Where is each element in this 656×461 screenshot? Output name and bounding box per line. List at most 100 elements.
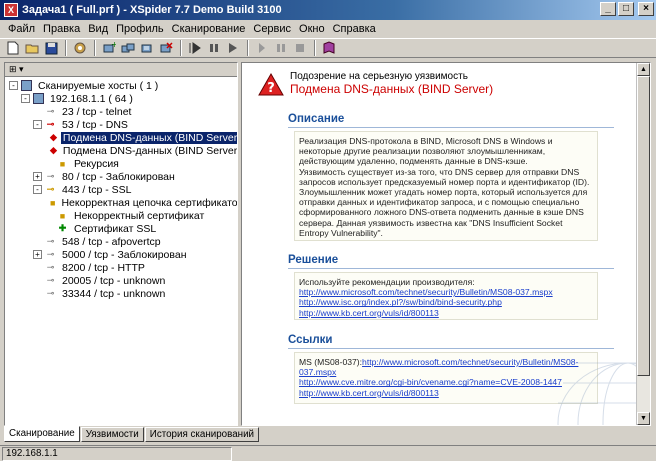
tree-node[interactable]: ⊸ 23 / tcp - telnet: [5, 105, 237, 118]
pause-disabled-icon[interactable]: [272, 39, 290, 57]
tree-node[interactable]: ⊸ 548 / tcp - afpovertcp: [5, 235, 237, 248]
vulnerability-title: Подмена DNS-данных (BIND Server): [290, 82, 494, 96]
tree-node[interactable]: ■ Некорректный сертификат: [5, 209, 237, 222]
tree-node[interactable]: ⊸ 8200 / tcp - HTTP: [5, 261, 237, 274]
add-host-icon[interactable]: +: [100, 39, 118, 57]
bottom-tabs: Сканирование Уязвимости История сканиров…: [4, 426, 260, 443]
tree-node[interactable]: - 192.168.1.1 ( 64 ): [5, 92, 237, 105]
start-scan-icon[interactable]: [186, 39, 204, 57]
solution-link-isc[interactable]: http://www.isc.org/index.pl?/sw/bind/bin…: [299, 297, 593, 307]
port-icon: ⊸: [46, 288, 55, 298]
port-icon: ⊸: [46, 249, 55, 259]
warning-question-icon: ?: [258, 73, 284, 97]
menu-service[interactable]: Сервис: [249, 23, 295, 35]
tree-node-label: Некорректная цепочка сертификатов: [61, 196, 238, 209]
window-controls: _ □ ×: [600, 2, 654, 16]
remove-host-icon[interactable]: [157, 39, 175, 57]
info-green-icon: ✚: [58, 223, 67, 233]
collapse-icon[interactable]: -: [9, 81, 18, 90]
toolbar-separator: [247, 40, 249, 56]
divider: [288, 127, 614, 128]
port-icon: ⊸: [46, 275, 55, 285]
resume-icon[interactable]: [253, 39, 271, 57]
minimize-button[interactable]: _: [600, 2, 616, 16]
play-icon[interactable]: [224, 39, 242, 57]
port-icon: ⊸: [46, 236, 55, 246]
tree-node[interactable]: - ⊸ 443 / tcp - SSL: [5, 183, 237, 196]
save-icon[interactable]: [42, 39, 60, 57]
menu-window[interactable]: Окно: [295, 23, 329, 35]
tree-node[interactable]: + ⊸ 5000 / tcp - Заблокирован: [5, 248, 237, 261]
close-button[interactable]: ×: [638, 2, 654, 16]
tree-node-label: Рекурсия: [74, 157, 119, 170]
window-title: Задача1 ( Full.prf ) - XSpider 7.7 Demo …: [22, 4, 282, 16]
tree-node[interactable]: ■ Некорректная цепочка сертификатов: [5, 196, 237, 209]
collapse-icon[interactable]: -: [33, 120, 42, 129]
tree-node[interactable]: - ⊸ 53 / tcp - DNS: [5, 118, 237, 131]
tree-node-label: 33344 / tcp - unknown: [62, 287, 166, 300]
tree-node-label: 20005 / tcp - unknown: [62, 274, 166, 287]
add-range-icon[interactable]: [119, 39, 137, 57]
toolbar-separator: [180, 40, 182, 56]
tree-node-label: 80 / tcp - Заблокирован: [62, 170, 175, 183]
host-tree: - Сканируемые хосты ( 1 ) -192.168.1.1 ( 6…: [5, 77, 237, 300]
tree-node[interactable]: ⊸ 33344 / tcp - unknown: [5, 287, 237, 300]
tab-scan-history[interactable]: История сканирований: [144, 427, 260, 442]
tab-scanning[interactable]: Сканирование: [4, 426, 80, 442]
stop-icon[interactable]: [291, 39, 309, 57]
solution-link-cert[interactable]: http://www.kb.cert.org/vuls/id/800113: [299, 308, 593, 318]
expand-icon[interactable]: +: [33, 250, 42, 259]
tree-node-label: 23 / tcp - telnet: [62, 105, 132, 118]
tab-vulnerabilities[interactable]: Уязвимости: [80, 427, 144, 442]
title-bar: X Задача1 ( Full.prf ) - XSpider 7.7 Dem…: [0, 0, 656, 20]
hosts-folder-icon: [21, 80, 32, 91]
toolbar-separator: [314, 40, 316, 56]
tree-node[interactable]: - Сканируемые хосты ( 1 ): [5, 79, 237, 92]
menu-edit[interactable]: Правка: [39, 23, 84, 35]
add-list-icon[interactable]: [138, 39, 156, 57]
details-scrollbar[interactable]: ▲ ▼: [636, 63, 650, 425]
vuln-yellow-icon: ■: [59, 158, 66, 169]
collapse-icon[interactable]: -: [33, 185, 42, 194]
tree-node-label: 192.168.1.1 ( 64 ): [50, 92, 133, 105]
menu-view[interactable]: Вид: [84, 23, 112, 35]
toolbar-separator: [65, 40, 67, 56]
menu-profile[interactable]: Профиль: [112, 23, 168, 35]
tree-node-label: 443 / tcp - SSL: [62, 183, 132, 196]
menu-file[interactable]: Файл: [4, 23, 39, 35]
tree-node[interactable]: ◆ Подмена DNS-данных (BIND Server): [5, 131, 237, 144]
new-icon[interactable]: [4, 39, 22, 57]
port-warning-red-icon: ⊸: [46, 119, 55, 129]
vuln-red-icon: ◆: [50, 132, 57, 142]
tree-toolbar-icon[interactable]: ⊞ ▾: [9, 64, 24, 74]
scroll-down-icon[interactable]: ▼: [637, 412, 650, 425]
open-icon[interactable]: [23, 39, 41, 57]
vulnerability-header: ? Подозрение на серьезную уязвимость Под…: [258, 71, 493, 97]
tree-node[interactable]: ⊸ 20005 / tcp - unknown: [5, 274, 237, 287]
app-icon: X: [4, 3, 18, 17]
severity-label: Подозрение на серьезную уязвимость: [290, 71, 468, 82]
tree-node-label: Сертификат SSL: [74, 222, 157, 235]
solution-link-ms[interactable]: http://www.microsoft.com/technet/securit…: [299, 287, 593, 297]
tree-node[interactable]: ■ Рекурсия: [5, 157, 237, 170]
port-icon: ⊸: [46, 262, 55, 272]
maximize-button[interactable]: □: [618, 2, 634, 16]
help-book-icon[interactable]: [320, 39, 338, 57]
menu-help[interactable]: Справка: [329, 23, 380, 35]
menu-scan[interactable]: Сканирование: [168, 23, 250, 35]
pause-icon[interactable]: [205, 39, 223, 57]
tree-node[interactable]: ◆ Подмена DNS-данных (BIND Server): [5, 144, 237, 157]
tree-node[interactable]: ✚ Сертификат SSL: [5, 222, 237, 235]
tree-node-label: 548 / tcp - afpovertcp: [62, 235, 161, 248]
tree-node[interactable]: + ⊸ 80 / tcp - Заблокирован: [5, 170, 237, 183]
collapse-icon[interactable]: -: [21, 94, 30, 103]
menu-bar: Файл Правка Вид Профиль Сканирование Сер…: [0, 20, 656, 38]
scroll-up-icon[interactable]: ▲: [637, 63, 650, 76]
expand-icon[interactable]: +: [33, 172, 42, 181]
vuln-yellow-icon: ■: [59, 210, 66, 221]
toolbar: +: [0, 38, 656, 58]
vuln-yellow-icon: ■: [50, 197, 56, 208]
scan-profile-icon[interactable]: [71, 39, 89, 57]
tree-node-label: Подмена DNS-данных (BIND Server): [62, 144, 238, 157]
scroll-thumb[interactable]: [637, 76, 650, 376]
